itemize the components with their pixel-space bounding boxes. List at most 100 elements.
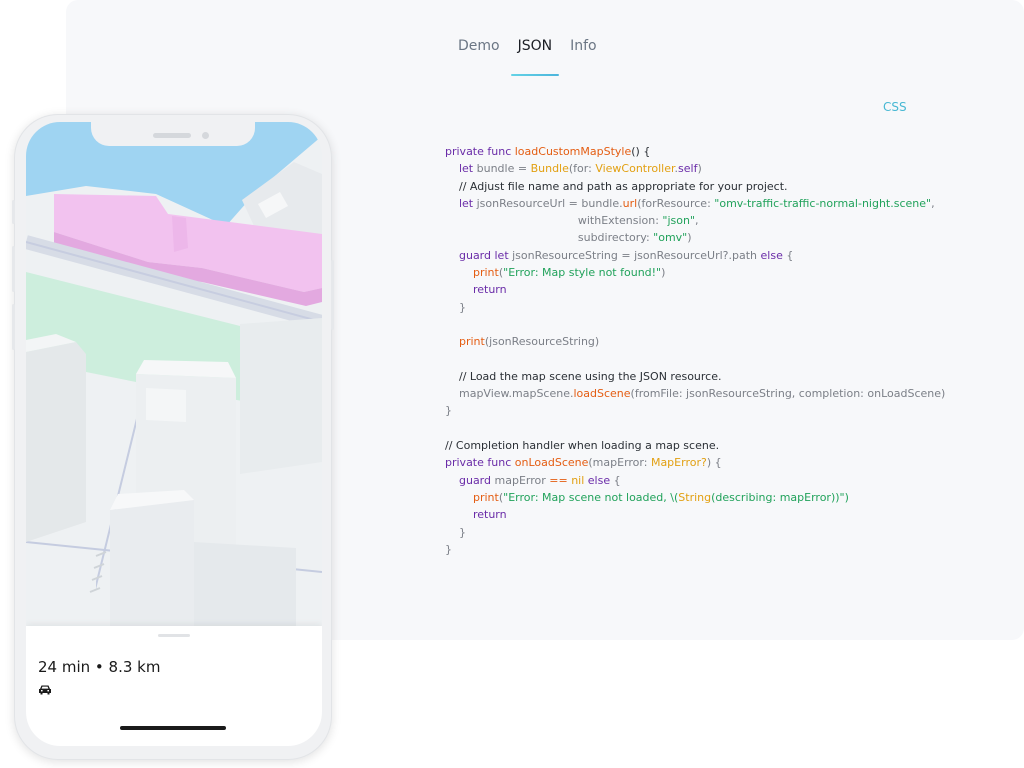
code-token: loadCustomMapStyle (514, 145, 632, 158)
building (110, 500, 194, 626)
building (194, 542, 296, 626)
building (240, 318, 322, 474)
code-token: } (445, 525, 466, 539)
code-line: // Adjust file name and path as appropri… (445, 178, 945, 195)
code-token: mapError (494, 473, 550, 487)
code-line: guard mapError == nil else { (445, 472, 945, 489)
map-view[interactable] (26, 122, 322, 626)
building (26, 552, 96, 626)
code-token: else (587, 473, 611, 487)
code-token: (fromFile: jsonResourceString, completio… (630, 387, 946, 401)
phone-screen: 24 min • 8.3 km (26, 122, 322, 746)
code-token: // Load the map scene using the JSON res… (445, 369, 722, 383)
code-token: (describing: mapError) (711, 490, 836, 504)
code-token: "Error: Map scene not loaded, \( (503, 490, 679, 504)
sheet-drag-handle[interactable] (158, 634, 190, 637)
code-token: String (678, 490, 712, 504)
code-token: (jsonResourceString) (484, 335, 600, 349)
home-indicator[interactable] (120, 726, 226, 730)
code-line: mapView.mapScene.loadScene(fromFile: jso… (445, 385, 945, 402)
code-line: print(jsonResourceString) (445, 333, 945, 350)
code-token: else (760, 248, 783, 262)
tab-json[interactable]: JSON (509, 30, 562, 76)
code-token: () { (631, 145, 651, 158)
code-block: private func loadCustomMapStyle() { let … (445, 143, 945, 558)
code-line: private func onLoadScene(mapError: MapEr… (445, 454, 945, 471)
tab-bar: Demo JSON Info (449, 30, 606, 76)
code-token: nil (571, 473, 585, 487)
phone-side-button (12, 246, 15, 292)
phone-side-button (12, 304, 15, 350)
code-token: , (695, 214, 699, 228)
code-token: "omv" (653, 231, 688, 245)
code-line: subdirectory: "omv") (445, 229, 945, 246)
code-line: withExtension: "json", (445, 212, 945, 229)
css-link[interactable]: CSS (883, 100, 907, 114)
code-token: MapError? (650, 456, 707, 470)
code-token: guard let (445, 248, 513, 262)
code-token: print (472, 490, 499, 504)
code-token: (mapError: (588, 456, 651, 470)
code-token: Bundle (530, 162, 569, 176)
code-token: url (622, 196, 638, 210)
code-token: guard (445, 473, 495, 487)
code-line: // Completion handler when loading a map… (445, 437, 945, 454)
code-token: ViewController (595, 162, 675, 176)
highlighted-building-tower (172, 216, 188, 252)
code-token: subdirectory: (445, 231, 654, 245)
code-line: return (445, 281, 945, 298)
code-line: print("Error: Map scene not loaded, \(St… (445, 489, 945, 506)
code-token: jsonResourceString = jsonResourceUrl?.pa… (512, 248, 761, 262)
code-token: // Adjust file name and path as appropri… (445, 179, 788, 193)
code-token: private func (445, 456, 515, 470)
phone-side-button (331, 260, 334, 330)
phone-camera (202, 132, 209, 139)
code-line: print("Error: Map style not found!") (445, 264, 945, 281)
tab-demo[interactable]: Demo (449, 30, 509, 74)
code-token: "json" (662, 214, 696, 228)
building (146, 388, 186, 422)
tab-info[interactable]: Info (561, 30, 606, 74)
code-token: ) { (706, 456, 722, 470)
phone-side-button (12, 200, 15, 224)
code-token: print (459, 335, 485, 349)
code-token: ) (687, 231, 692, 245)
code-token: (forResource: (637, 196, 715, 210)
code-token: )") (835, 490, 849, 504)
building (26, 342, 86, 542)
code-token: jsonResourceUrl = bundle. (476, 196, 623, 210)
code-token: self (678, 162, 698, 176)
code-token: loadScene (573, 387, 631, 401)
phone-speaker (153, 133, 191, 138)
code-token: withExtension: (445, 214, 663, 228)
code-token: ) (661, 266, 666, 280)
code-token: } (445, 404, 452, 418)
code-token: mapView.mapScene. (445, 387, 574, 401)
code-line: private func loadCustomMapStyle() { (445, 143, 945, 160)
code-token: return (445, 283, 507, 297)
code-token: } (445, 300, 466, 314)
code-token: let (445, 162, 477, 176)
code-token: private func (445, 145, 515, 158)
code-token: "Error: Map style not found!" (503, 266, 662, 280)
code-line: } (445, 541, 945, 558)
route-info-sheet[interactable]: 24 min • 8.3 km (26, 626, 322, 746)
code-token: onLoadScene (514, 456, 589, 470)
code-token: "omv-traffic-traffic-normal-night.scene" (714, 196, 932, 210)
code-token: { (610, 473, 621, 487)
code-token: // Completion handler when loading a map… (445, 439, 720, 453)
code-line: return (445, 506, 945, 523)
code-token: == (549, 473, 568, 487)
code-token: , (931, 196, 935, 210)
code-token: print (472, 266, 499, 280)
code-line: guard let jsonResourceString = jsonResou… (445, 247, 945, 264)
route-summary: 24 min • 8.3 km (38, 658, 161, 676)
code-token: (for: (568, 162, 596, 176)
code-line: let bundle = Bundle(for: ViewController.… (445, 160, 945, 177)
